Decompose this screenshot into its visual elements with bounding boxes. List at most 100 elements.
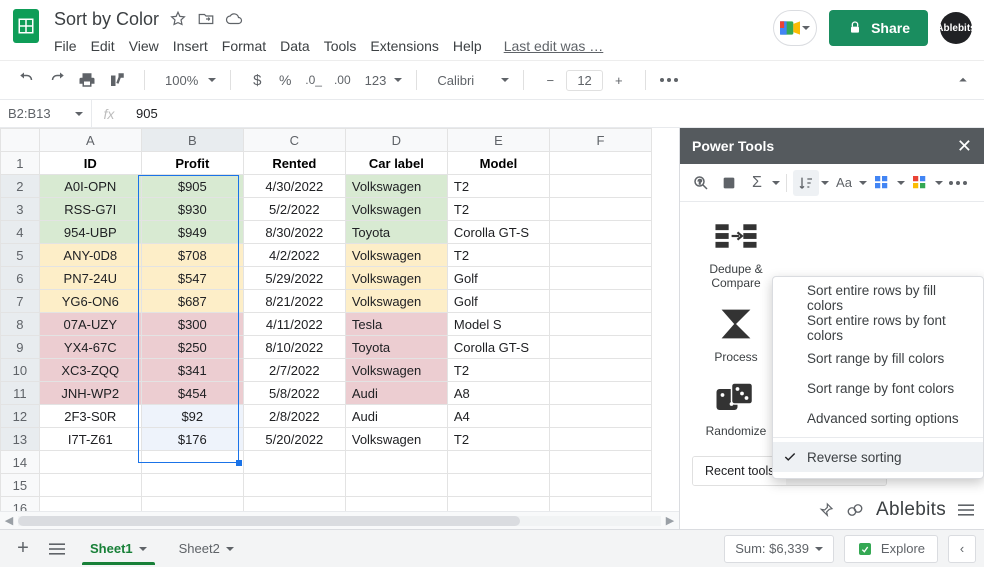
currency-button[interactable]: $ — [245, 67, 269, 93]
cell[interactable]: Volkswagen — [345, 267, 447, 290]
row-header[interactable]: 2 — [1, 175, 40, 198]
cell[interactable] — [549, 198, 651, 221]
col-header-B[interactable]: B — [141, 129, 243, 152]
cell[interactable]: Corolla GT-S — [447, 336, 549, 359]
cell[interactable]: $708 — [141, 244, 243, 267]
cell[interactable]: T2 — [447, 359, 549, 382]
tile-randomize[interactable]: Randomize — [692, 378, 780, 438]
cell[interactable]: YG6-ON6 — [39, 290, 141, 313]
explore-button[interactable]: Explore — [844, 535, 938, 563]
quicksum-chip[interactable]: Sum: $6,339 — [724, 535, 834, 563]
menu-extensions[interactable]: Extensions — [370, 38, 438, 54]
cell[interactable]: Volkswagen — [345, 244, 447, 267]
paint-format-button[interactable] — [104, 67, 130, 93]
selection-handle[interactable] — [236, 460, 242, 466]
account-avatar[interactable]: Ablebits — [940, 12, 972, 44]
cell[interactable]: $454 — [141, 382, 243, 405]
cell[interactable] — [549, 244, 651, 267]
cell[interactable]: 954-UBP — [39, 221, 141, 244]
cell[interactable]: I7T-Z61 — [39, 428, 141, 451]
header-cell[interactable]: Model — [447, 152, 549, 175]
doc-title[interactable]: Sort by Color — [54, 9, 159, 30]
cell[interactable]: Volkswagen — [345, 359, 447, 382]
collapse-toolbar-button[interactable] — [950, 67, 976, 93]
share-button[interactable]: Share — [829, 10, 928, 46]
cell[interactable]: 4/30/2022 — [243, 175, 345, 198]
cell[interactable]: Volkswagen — [345, 175, 447, 198]
cell[interactable]: Golf — [447, 290, 549, 313]
meet-button[interactable] — [773, 10, 817, 46]
header-cell[interactable]: Profit — [141, 152, 243, 175]
menu-file[interactable]: File — [54, 38, 77, 54]
col-header-C[interactable]: C — [243, 129, 345, 152]
cell[interactable]: $905 — [141, 175, 243, 198]
menu-sort-range-fill[interactable]: Sort range by fill colors — [773, 343, 983, 373]
menu-view[interactable]: View — [129, 38, 159, 54]
cell[interactable] — [141, 451, 243, 474]
cell[interactable]: $949 — [141, 221, 243, 244]
cell[interactable]: $930 — [141, 198, 243, 221]
header-cell[interactable] — [549, 152, 651, 175]
cell[interactable]: $176 — [141, 428, 243, 451]
row-header[interactable]: 7 — [1, 290, 40, 313]
zoom-dropdown[interactable]: 100% — [153, 73, 222, 88]
col-header-A[interactable]: A — [39, 129, 141, 152]
cell[interactable] — [549, 313, 651, 336]
cell[interactable]: Audi — [345, 382, 447, 405]
menu-format[interactable]: Format — [222, 38, 266, 54]
cell[interactable] — [39, 474, 141, 497]
cell[interactable]: Golf — [447, 267, 549, 290]
row-header[interactable]: 16 — [1, 497, 40, 512]
cell[interactable]: T2 — [447, 244, 549, 267]
cell[interactable] — [549, 221, 651, 244]
menu-insert[interactable]: Insert — [173, 38, 208, 54]
col-header-D[interactable]: D — [345, 129, 447, 152]
row-header[interactable]: 11 — [1, 382, 40, 405]
cell[interactable]: $300 — [141, 313, 243, 336]
cell[interactable] — [447, 451, 549, 474]
cell[interactable] — [549, 359, 651, 382]
row-header[interactable]: 3 — [1, 198, 40, 221]
cell[interactable] — [549, 451, 651, 474]
cell[interactable]: 4/2/2022 — [243, 244, 345, 267]
font-dropdown[interactable]: Calibri — [425, 73, 515, 88]
cell[interactable]: 8/10/2022 — [243, 336, 345, 359]
sort-icon[interactable] — [793, 170, 819, 196]
header-cell[interactable]: Car label — [345, 152, 447, 175]
increase-decimal-button[interactable]: .00 — [330, 67, 355, 93]
cell[interactable] — [141, 497, 243, 512]
col-header-E[interactable]: E — [447, 129, 549, 152]
add-sheet-button[interactable]: + — [8, 534, 38, 564]
cell[interactable] — [549, 175, 651, 198]
cell[interactable] — [141, 474, 243, 497]
header-cell[interactable]: ID — [39, 152, 141, 175]
cell[interactable]: 2/7/2022 — [243, 359, 345, 382]
row-header[interactable]: 9 — [1, 336, 40, 359]
menu-sort-rows-fill[interactable]: Sort entire rows by fill colors — [773, 283, 983, 313]
font-size-control[interactable]: − 12 + — [532, 67, 636, 93]
pin-icon[interactable] — [818, 502, 834, 518]
menu-tools[interactable]: Tools — [324, 38, 357, 54]
cell[interactable]: 07A-UZY — [39, 313, 141, 336]
cell[interactable]: XC3-ZQQ — [39, 359, 141, 382]
cell[interactable]: Volkswagen — [345, 290, 447, 313]
name-box[interactable]: B2:B13 — [0, 100, 92, 127]
cell[interactable] — [549, 336, 651, 359]
cell[interactable]: Model S — [447, 313, 549, 336]
cell[interactable]: T2 — [447, 175, 549, 198]
select-all-corner[interactable] — [1, 129, 40, 152]
help-icon[interactable] — [846, 501, 864, 519]
row-header[interactable]: 12 — [1, 405, 40, 428]
tile-process[interactable]: Process — [692, 304, 780, 364]
cell[interactable]: $92 — [141, 405, 243, 428]
cell[interactable]: Tesla — [345, 313, 447, 336]
sheet-tab-2[interactable]: Sheet2 — [165, 534, 248, 564]
move-icon[interactable] — [197, 10, 215, 28]
cell[interactable] — [345, 451, 447, 474]
panel-menu-icon[interactable] — [958, 503, 974, 517]
number-format-dropdown[interactable]: 123 — [359, 73, 403, 88]
menu-data[interactable]: Data — [280, 38, 310, 54]
cell[interactable] — [243, 497, 345, 512]
cell[interactable]: 2/8/2022 — [243, 405, 345, 428]
menu-advanced-sorting[interactable]: Advanced sorting options — [773, 403, 983, 433]
